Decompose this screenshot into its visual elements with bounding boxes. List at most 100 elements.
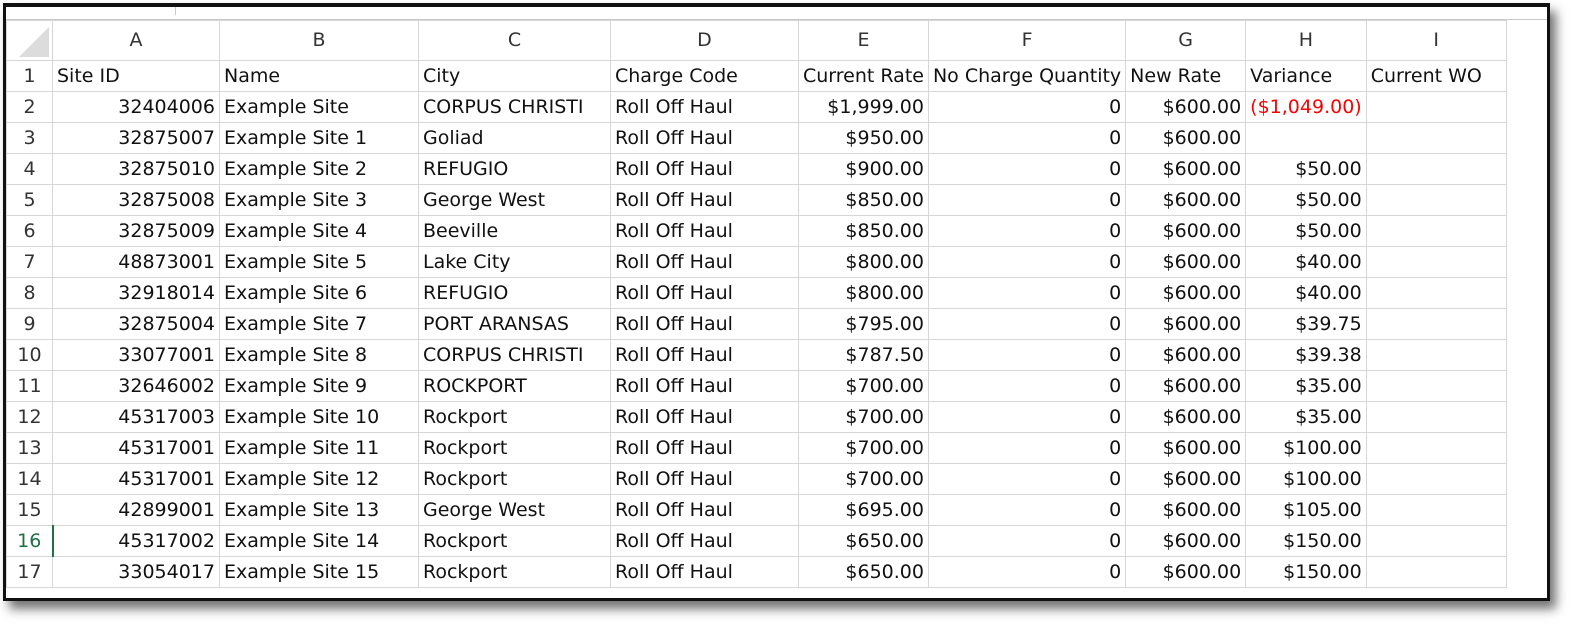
cell-charge-code[interactable]: Roll Off Haul: [610, 246, 799, 278]
cell-no-charge-quantity[interactable]: 0: [927, 463, 1127, 495]
cell-current-wo[interactable]: [1365, 184, 1507, 216]
cell-name[interactable]: Example Site 10: [219, 401, 419, 433]
cell-charge-code[interactable]: Roll Off Haul: [610, 91, 799, 123]
cell-charge-code[interactable]: Roll Off Haul: [610, 308, 799, 340]
cell-new-rate[interactable]: $600.00: [1125, 277, 1247, 309]
cell-name[interactable]: Example Site 4: [219, 215, 419, 247]
cell-current-wo[interactable]: [1365, 432, 1507, 464]
cell-city[interactable]: CORPUS CHRISTI: [418, 91, 611, 123]
cell-header-current-wo[interactable]: Current WO: [1365, 60, 1507, 92]
column-header-i[interactable]: I: [1365, 20, 1507, 61]
column-header-e[interactable]: E: [798, 20, 929, 61]
cell-charge-code[interactable]: Roll Off Haul: [610, 463, 799, 495]
cell-charge-code[interactable]: Roll Off Haul: [610, 153, 799, 185]
cell-variance[interactable]: $50.00: [1245, 184, 1367, 216]
row-number[interactable]: 5: [6, 184, 53, 216]
cell-charge-code[interactable]: Roll Off Haul: [610, 556, 799, 588]
cell-no-charge-quantity[interactable]: 0: [927, 525, 1127, 557]
cell-name[interactable]: Example Site 3: [219, 184, 419, 216]
cell-charge-code[interactable]: Roll Off Haul: [610, 122, 799, 154]
cell-no-charge-quantity[interactable]: 0: [927, 122, 1127, 154]
row-number[interactable]: 16: [6, 525, 54, 557]
cell-city[interactable]: Rockport: [418, 401, 611, 433]
cell-variance[interactable]: $150.00: [1245, 525, 1367, 557]
cell-site-id[interactable]: 32918014: [52, 277, 220, 309]
row-number[interactable]: 12: [6, 401, 53, 433]
cell-current-wo[interactable]: [1365, 246, 1507, 278]
cell-current-wo[interactable]: [1365, 153, 1507, 185]
cell-name[interactable]: Example Site 12: [219, 463, 419, 495]
row-number[interactable]: 11: [6, 370, 53, 402]
cell-current-rate[interactable]: $800.00: [798, 277, 929, 309]
row-number[interactable]: 13: [6, 432, 53, 464]
select-all-corner[interactable]: [6, 20, 53, 61]
cell-no-charge-quantity[interactable]: 0: [927, 308, 1127, 340]
cell-no-charge-quantity[interactable]: 0: [927, 339, 1127, 371]
cell-city[interactable]: Lake City: [418, 246, 611, 278]
cell-new-rate[interactable]: $600.00: [1125, 246, 1247, 278]
cell-new-rate[interactable]: $600.00: [1125, 153, 1247, 185]
cell-current-wo[interactable]: [1365, 122, 1507, 154]
cell-header-variance[interactable]: Variance: [1245, 60, 1367, 92]
cell-no-charge-quantity[interactable]: 0: [927, 184, 1127, 216]
cell-current-rate[interactable]: $800.00: [798, 246, 929, 278]
cell-site-id[interactable]: 32875004: [52, 308, 220, 340]
cell-current-rate[interactable]: $1,999.00: [798, 91, 929, 123]
cell-no-charge-quantity[interactable]: 0: [927, 215, 1127, 247]
cell-variance[interactable]: $39.75: [1245, 308, 1367, 340]
cell-city[interactable]: Rockport: [418, 463, 611, 495]
cell-site-id[interactable]: 32875007: [52, 122, 220, 154]
cell-new-rate[interactable]: $600.00: [1125, 401, 1247, 433]
row-number[interactable]: 17: [6, 556, 53, 588]
cell-current-rate[interactable]: $950.00: [798, 122, 929, 154]
cell-new-rate[interactable]: $600.00: [1125, 184, 1247, 216]
cell-header-city[interactable]: City: [418, 60, 611, 92]
cell-no-charge-quantity[interactable]: 0: [927, 153, 1127, 185]
cell-site-id[interactable]: 33054017: [52, 556, 220, 588]
cell-header-current-rate[interactable]: Current Rate: [798, 60, 929, 92]
column-header-h[interactable]: H: [1245, 20, 1367, 61]
cell-current-wo[interactable]: [1365, 525, 1507, 557]
cell-variance[interactable]: $35.00: [1245, 370, 1367, 402]
row-number[interactable]: 10: [6, 339, 53, 371]
cell-site-id[interactable]: 32875010: [52, 153, 220, 185]
cell-variance[interactable]: $105.00: [1245, 494, 1367, 526]
cell-site-id[interactable]: 45317001: [52, 463, 220, 495]
cell-charge-code[interactable]: Roll Off Haul: [610, 525, 799, 557]
cell-site-id[interactable]: 45317003: [52, 401, 220, 433]
column-header-a[interactable]: A: [52, 20, 220, 61]
cell-new-rate[interactable]: $600.00: [1125, 122, 1247, 154]
cell-name[interactable]: Example Site 2: [219, 153, 419, 185]
cell-no-charge-quantity[interactable]: 0: [927, 246, 1127, 278]
cell-site-id[interactable]: 32875008: [52, 184, 220, 216]
cell-site-id[interactable]: 33077001: [52, 339, 220, 371]
cell-charge-code[interactable]: Roll Off Haul: [610, 432, 799, 464]
row-number[interactable]: 7: [6, 246, 53, 278]
cell-current-rate[interactable]: $695.00: [798, 494, 929, 526]
cell-current-rate[interactable]: $700.00: [798, 463, 929, 495]
cell-name[interactable]: Example Site 15: [219, 556, 419, 588]
cell-no-charge-quantity[interactable]: 0: [927, 494, 1127, 526]
cell-name[interactable]: Example Site: [219, 91, 419, 123]
cell-variance[interactable]: $100.00: [1245, 432, 1367, 464]
cell-current-rate[interactable]: $650.00: [798, 556, 929, 588]
cell-variance[interactable]: $150.00: [1245, 556, 1367, 588]
row-number[interactable]: 3: [6, 122, 53, 154]
row-number[interactable]: 8: [6, 277, 53, 309]
row-number[interactable]: 1: [6, 60, 53, 92]
cell-variance[interactable]: $39.38: [1245, 339, 1367, 371]
column-header-b[interactable]: B: [219, 20, 419, 61]
cell-current-wo[interactable]: [1365, 91, 1507, 123]
cell-city[interactable]: ROCKPORT: [418, 370, 611, 402]
row-number[interactable]: 2: [6, 91, 53, 123]
cell-new-rate[interactable]: $600.00: [1125, 432, 1247, 464]
cell-city[interactable]: Goliad: [418, 122, 611, 154]
cell-current-rate[interactable]: $795.00: [798, 308, 929, 340]
cell-variance[interactable]: $40.00: [1245, 277, 1367, 309]
cell-current-rate[interactable]: $850.00: [798, 215, 929, 247]
cell-name[interactable]: Example Site 1: [219, 122, 419, 154]
cell-current-rate[interactable]: $787.50: [798, 339, 929, 371]
cell-variance[interactable]: $35.00: [1245, 401, 1367, 433]
row-number[interactable]: 4: [6, 153, 53, 185]
cell-current-rate[interactable]: $700.00: [798, 370, 929, 402]
